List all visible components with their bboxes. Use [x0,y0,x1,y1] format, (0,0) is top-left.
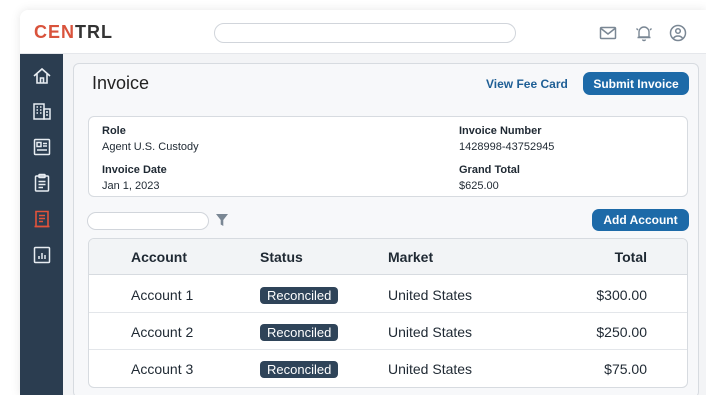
column-header-total[interactable]: Total [557,249,647,265]
invoice-icon[interactable] [31,208,53,230]
user-icon[interactable] [668,23,688,43]
status-badge: Reconciled [260,324,339,341]
invoice-date-value: Jan 1, 2023 [102,180,160,192]
search-input[interactable] [214,23,516,43]
building-icon[interactable] [31,100,53,122]
table-header: Account Status Market Total [89,239,687,275]
accounts-table: Account Status Market Total Account 1 Re… [88,238,688,388]
invoice-date-label: Invoice Date [102,164,167,176]
market-cell: United States [388,361,473,377]
market-cell: United States [388,287,473,303]
invoice-number-value: 1428998-43752945 [459,141,555,153]
account-cell: Account 2 [131,324,194,340]
status-badge: Reconciled [260,361,339,378]
view-fee-card-link[interactable]: View Fee Card [486,77,568,91]
top-bar: CENTRL [20,10,706,54]
invoice-number-label: Invoice Number [459,125,542,137]
status-badge: Reconciled [260,287,339,304]
invoice-details-card: Role Agent U.S. Custody Invoice Number 1… [88,116,688,197]
column-header-status[interactable]: Status [260,249,303,265]
role-value: Agent U.S. Custody [102,141,199,153]
report-icon[interactable] [31,244,53,266]
logo-prefix: CEN [34,22,76,42]
total-cell: $250.00 [596,324,647,340]
bell-icon[interactable] [634,23,654,43]
invoice-panel: Invoice View Fee Card Submit Invoice Rol… [73,63,699,395]
role-label: Role [102,125,126,137]
account-filter-input[interactable] [87,212,209,230]
account-cell: Account 3 [131,361,194,377]
column-header-market[interactable]: Market [388,249,433,265]
total-cell: $300.00 [596,287,647,303]
sidebar [20,54,63,395]
id-card-icon[interactable] [31,136,53,158]
submit-invoice-button[interactable]: Submit Invoice [583,72,689,95]
page-title: Invoice [92,73,150,93]
home-icon[interactable] [31,65,53,87]
grand-total-value: $625.00 [459,180,499,192]
app-window: CENTRL Invoice View Fee Card Submit Invo… [20,10,706,395]
column-header-account[interactable]: Account [131,249,187,265]
table-row[interactable]: Account 1 Reconciled United States $300.… [89,276,687,313]
account-cell: Account 1 [131,287,194,303]
table-row[interactable]: Account 3 Reconciled United States $75.0… [89,350,687,387]
filter-icon[interactable] [215,212,229,228]
logo-suffix: TRL [75,22,114,42]
mail-icon[interactable] [598,23,618,43]
table-row[interactable]: Account 2 Reconciled United States $250.… [89,313,687,350]
grand-total-label: Grand Total [459,164,520,176]
logo[interactable]: CENTRL [34,22,113,43]
add-account-button[interactable]: Add Account [592,209,689,231]
clipboard-icon[interactable] [31,172,53,194]
total-cell: $75.00 [604,361,647,377]
market-cell: United States [388,324,473,340]
